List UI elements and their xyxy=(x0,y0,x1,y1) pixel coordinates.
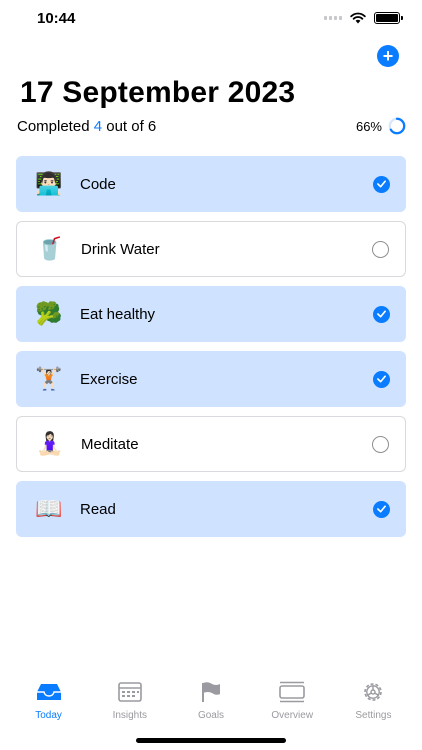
habit-checkbox[interactable] xyxy=(373,370,390,388)
calendar-icon xyxy=(117,680,142,704)
status-icons xyxy=(324,12,403,24)
habit-emoji: 👨🏻‍💻 xyxy=(35,171,63,196)
tab-goals[interactable]: Goals xyxy=(170,680,251,730)
tray-icon xyxy=(35,680,63,704)
tab-overview[interactable]: Overview xyxy=(252,680,333,730)
habit-checkbox[interactable] xyxy=(373,175,390,193)
habit-label: Read xyxy=(80,500,116,518)
tab-settings[interactable]: Settings xyxy=(333,680,414,730)
habit-row-drink-water[interactable]: 🥤 Drink Water xyxy=(16,221,406,277)
overview-icon xyxy=(278,680,306,704)
tab-label: Settings xyxy=(355,710,392,721)
wifi-icon xyxy=(350,12,366,24)
habit-label: Meditate xyxy=(81,435,139,453)
add-habit-button[interactable]: + xyxy=(377,45,399,67)
habit-emoji: 🥤 xyxy=(36,236,64,261)
tab-label: Insights xyxy=(112,710,148,721)
tab-insights[interactable]: Insights xyxy=(89,680,170,730)
status-time: 10:44 xyxy=(37,10,76,27)
habit-checkbox[interactable] xyxy=(372,435,389,453)
flag-icon xyxy=(200,680,222,704)
habit-checkbox[interactable] xyxy=(373,305,390,323)
habit-emoji: 🥦 xyxy=(35,301,63,326)
checkmark-icon xyxy=(377,505,386,513)
habit-emoji: 🏋🏻 xyxy=(35,366,63,391)
habit-emoji: 📖 xyxy=(35,496,63,521)
progress-prefix: Completed xyxy=(17,117,90,135)
habit-label: Exercise xyxy=(80,370,138,388)
progress-done-count: 4 xyxy=(93,117,103,135)
plus-icon: + xyxy=(382,46,394,66)
progress-percent: 66% xyxy=(355,118,382,134)
progress-row: Completed 4 out of 6 66% xyxy=(17,116,406,136)
habit-list: 👨🏻‍💻 Code 🥤 Drink Water 🥦 Eat healthy 🏋🏻… xyxy=(16,156,406,546)
progress-indicator: 66% xyxy=(356,117,406,135)
habit-row-read[interactable]: 📖 Read xyxy=(16,481,406,537)
signal-icon xyxy=(324,16,342,20)
tab-label: Overview xyxy=(271,710,314,721)
habit-label: Code xyxy=(80,175,116,193)
checkmark-icon xyxy=(377,180,386,188)
status-bar: 10:44 xyxy=(0,0,422,40)
page-title: 17 September 2023 xyxy=(20,76,296,109)
home-indicator xyxy=(136,738,286,743)
progress-suffix: out of 6 xyxy=(106,117,157,135)
checkmark-icon xyxy=(377,375,386,383)
gear-icon xyxy=(361,680,385,704)
checkmark-icon xyxy=(377,310,386,318)
tab-today[interactable]: Today xyxy=(8,680,89,730)
progress-ring-icon xyxy=(388,117,406,135)
habit-row-code[interactable]: 👨🏻‍💻 Code xyxy=(16,156,406,212)
habit-label: Eat healthy xyxy=(80,305,156,323)
tab-label: Today xyxy=(35,710,62,721)
habit-row-meditate[interactable]: 🧘🏻‍♀️ Meditate xyxy=(16,416,406,472)
habit-emoji: 🧘🏻‍♀️ xyxy=(36,431,64,456)
habit-row-eat-healthy[interactable]: 🥦 Eat healthy xyxy=(16,286,406,342)
habit-checkbox[interactable] xyxy=(373,500,390,518)
tab-bar: Today Insights Goals Overview Settings xyxy=(0,680,422,730)
habit-row-exercise[interactable]: 🏋🏻 Exercise xyxy=(16,351,406,407)
tab-label: Goals xyxy=(197,710,225,721)
battery-icon xyxy=(374,12,403,24)
habit-label: Drink Water xyxy=(81,240,160,258)
progress-summary: Completed 4 out of 6 xyxy=(17,118,156,135)
habit-checkbox[interactable] xyxy=(372,240,389,258)
